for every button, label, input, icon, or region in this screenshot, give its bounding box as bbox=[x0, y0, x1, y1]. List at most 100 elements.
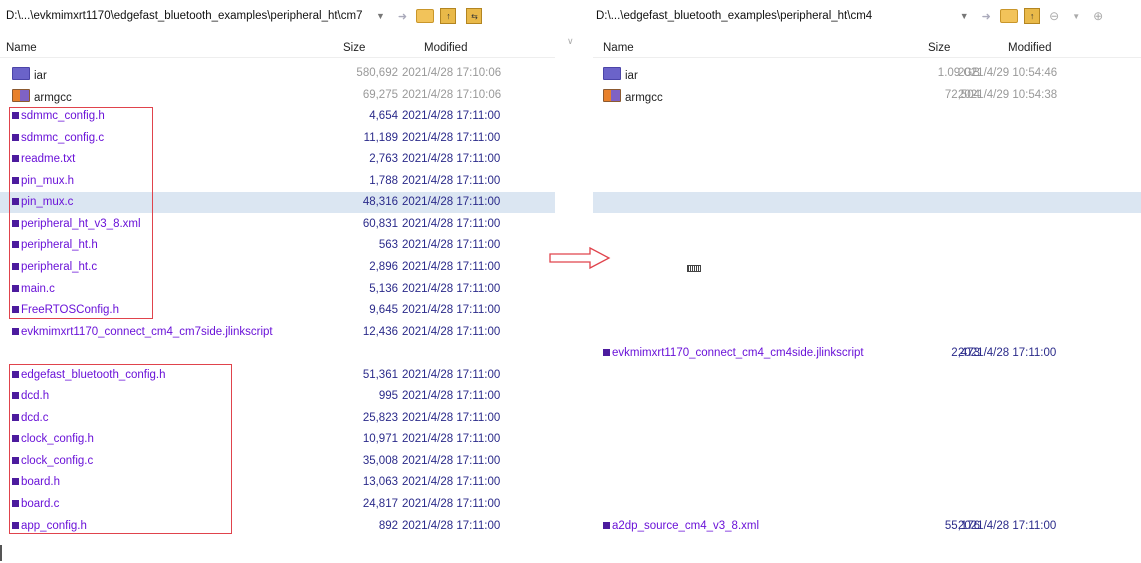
file-name: armgcc bbox=[12, 88, 72, 104]
forward-icon[interactable]: ⊕ bbox=[1090, 8, 1106, 24]
file-icon bbox=[12, 370, 19, 378]
file-row[interactable]: iar 1.09 GB 2021/4/29 10:54:46 bbox=[593, 63, 1141, 84]
file-row[interactable]: board.c 24,817 2021/4/28 17:11:00 bbox=[0, 494, 555, 515]
folder-icon bbox=[603, 67, 621, 80]
file-icon bbox=[12, 284, 19, 292]
file-name-label: sdmmc_config.h bbox=[21, 110, 105, 123]
column-size-header[interactable]: Size bbox=[928, 42, 950, 54]
file-row[interactable]: iar 580,692 2021/4/28 17:10:06 bbox=[0, 63, 555, 84]
column-size-header[interactable]: Size bbox=[343, 42, 365, 54]
file-row[interactable]: evkmimxrt1170_connect_cm4_cm7side.jlinks… bbox=[0, 322, 555, 343]
column-name-header[interactable]: Name bbox=[6, 42, 37, 54]
file-row[interactable]: readme.txt 2,763 2021/4/28 17:11:00 bbox=[0, 149, 555, 170]
file-modified-date: 2021/4/28 17:10:06 bbox=[402, 88, 502, 101]
chevron-down-icon[interactable]: ▼ bbox=[1068, 8, 1084, 24]
file-size: 60,831 bbox=[362, 217, 398, 230]
file-name-label: board.h bbox=[21, 476, 61, 489]
file-name-label: peripheral_ht_v3_8.xml bbox=[21, 217, 141, 230]
column-modified-header[interactable]: Modified bbox=[424, 42, 467, 54]
left-path-field[interactable]: D:\...\evkmimxrt1170\edgefast_bluetooth_… bbox=[6, 10, 362, 22]
file-name-label: armgcc bbox=[625, 91, 663, 104]
file-size: 24,817 bbox=[362, 498, 398, 510]
file-name-label: edgefast_bluetooth_config.h bbox=[21, 368, 166, 381]
empty-row bbox=[593, 322, 1141, 343]
file-row[interactable]: clock_config.c 35,008 2021/4/28 17:11:00 bbox=[0, 451, 555, 472]
file-modified-date: 2021/4/28 17:10:06 bbox=[402, 67, 502, 79]
file-modified-date: 2021/4/28 17:11:00 bbox=[402, 433, 501, 446]
file-row[interactable]: armgcc 72,504 2021/4/29 10:54:38 bbox=[593, 85, 1141, 106]
file-icon bbox=[12, 327, 19, 335]
file-row[interactable]: dcd.h 995 2021/4/28 17:11:00 bbox=[0, 386, 555, 407]
file-row[interactable]: sdmmc_config.h 4,654 2021/4/28 17:11:00 bbox=[0, 106, 555, 127]
folder-icon[interactable] bbox=[1000, 9, 1019, 23]
file-modified-date: 2021/4/28 17:11:00 bbox=[402, 454, 501, 467]
file-row[interactable]: pin_mux.c 48,316 2021/4/28 17:11:00 bbox=[0, 192, 555, 214]
file-size: 48,316 bbox=[362, 196, 398, 209]
file-modified-date: 2021/4/29 10:54:38 bbox=[958, 88, 1058, 101]
file-row[interactable]: dcd.c 25,823 2021/4/28 17:11:00 bbox=[0, 408, 555, 429]
file-row[interactable]: peripheral_ht_v3_8.xml 60,831 2021/4/28 17… bbox=[0, 214, 555, 235]
file-row[interactable]: evkmimxrt1170_connect_cm4_cm4side.jlinks… bbox=[593, 343, 1141, 364]
file-row[interactable]: armgcc 69,275 2021/4/28 17:10:06 bbox=[0, 85, 555, 106]
file-row[interactable]: a2dp_source_cm4_v3_8.xml 55,176 2021/4/28 … bbox=[593, 516, 1141, 537]
left-path-bar: D:\...\evkmimxrt1170\edgefast_bluetooth_… bbox=[6, 6, 483, 26]
file-size: 1,788 bbox=[369, 174, 398, 187]
empty-row bbox=[593, 408, 1141, 429]
column-modified-header[interactable]: Modified bbox=[1008, 42, 1051, 54]
right-path-field[interactable]: D:\...\edgefast_bluetooth_examples\perip… bbox=[596, 10, 872, 22]
file-modified-date: 2021/4/28 17:11:00 bbox=[402, 239, 501, 252]
sync-arrow-icon[interactable]: ➜ bbox=[978, 8, 994, 24]
empty-row bbox=[593, 106, 1141, 127]
file-name: pin_mux.c bbox=[12, 196, 73, 208]
file-modified-date: 2021/4/28 17:11:00 bbox=[402, 368, 501, 381]
swap-panes-icon[interactable]: ⇆ bbox=[466, 8, 483, 24]
file-modified-date: 2021/4/28 17:11:00 bbox=[402, 131, 501, 144]
file-modified-date: 2021/4/28 17:11:00 bbox=[402, 217, 501, 230]
back-icon[interactable]: ⊖ bbox=[1046, 8, 1062, 24]
file-name: app_config.h bbox=[12, 520, 87, 532]
file-size: 69,275 bbox=[362, 88, 398, 101]
folder-icon[interactable] bbox=[416, 9, 435, 23]
file-row[interactable]: clock_config.h 10,971 2021/4/28 17:11:00 bbox=[0, 429, 555, 450]
file-name: FreeRTOSConfig.h bbox=[12, 304, 119, 316]
file-size: 12,436 bbox=[362, 325, 398, 338]
file-icon bbox=[12, 112, 19, 120]
file-modified-date: 2021/4/28 17:11:00 bbox=[402, 282, 501, 295]
file-row[interactable]: peripheral_ht.c 2,896 2021/4/28 17:11:00 bbox=[0, 257, 555, 278]
parent-folder-icon[interactable]: ↑ bbox=[440, 8, 457, 24]
file-size: 4,654 bbox=[369, 110, 398, 123]
file-icon bbox=[12, 478, 19, 486]
file-name-label: a2dp_source_cm4_v3_8.xml bbox=[612, 519, 760, 532]
file-name: main.c bbox=[12, 283, 55, 295]
file-modified-date: 2021/4/28 17:11:00 bbox=[402, 476, 501, 489]
pane-divider[interactable] bbox=[555, 0, 593, 563]
file-size: 13,063 bbox=[362, 476, 398, 489]
file-row[interactable]: sdmmc_config.c 11,189 2021/4/28 17:11:00 bbox=[0, 128, 555, 149]
file-name: peripheral_ht.h bbox=[12, 239, 98, 251]
right-file-pane: D:\...\edgefast_bluetooth_examples\perip… bbox=[593, 0, 1141, 563]
left-file-pane: D:\...\evkmimxrt1170\edgefast_bluetooth_… bbox=[0, 0, 555, 563]
file-row[interactable]: board.h 13,063 2021/4/28 17:11:00 bbox=[0, 472, 555, 493]
file-modified-date: 2021/4/28 17:11:00 bbox=[402, 110, 501, 123]
file-modified-date: 2021/4/28 17:11:00 bbox=[402, 519, 501, 532]
file-row[interactable]: app_config.h 892 2021/4/28 17:11:00 bbox=[0, 516, 555, 537]
chevron-down-icon[interactable]: ▼ bbox=[372, 8, 388, 24]
parent-folder-icon[interactable]: ↑ bbox=[1024, 8, 1041, 24]
file-row[interactable]: edgefast_bluetooth_config.h 51,361 2021/4/… bbox=[0, 365, 555, 386]
file-row[interactable]: peripheral_ht.h 563 2021/4/28 17:11:00 bbox=[0, 235, 555, 256]
right-path-bar: D:\...\edgefast_bluetooth_examples\perip… bbox=[596, 6, 1106, 26]
file-name: clock_config.h bbox=[12, 433, 94, 445]
empty-row bbox=[593, 192, 1141, 214]
sync-arrow-icon[interactable]: ➜ bbox=[394, 8, 410, 24]
file-icon bbox=[12, 133, 19, 141]
file-row[interactable]: main.c 5,136 2021/4/28 17:11:00 bbox=[0, 279, 555, 300]
file-row[interactable]: FreeRTOSConfig.h 9,645 2021/4/28 17:11:00 bbox=[0, 300, 555, 321]
file-row[interactable]: pin_mux.h 1,788 2021/4/28 17:11:00 bbox=[0, 171, 555, 192]
chevron-down-icon[interactable]: ▼ bbox=[956, 8, 972, 24]
file-modified-date: 2021/4/28 17:11:00 bbox=[402, 304, 501, 317]
file-modified-date: 2021/4/28 17:11:00 bbox=[402, 390, 501, 403]
copy-arrow-icon bbox=[549, 246, 611, 270]
column-name-header[interactable]: Name bbox=[603, 42, 634, 54]
file-name: evkmimxrt1170_connect_cm4_cm7side.jlinks… bbox=[12, 326, 273, 338]
file-name: board.h bbox=[12, 476, 60, 488]
